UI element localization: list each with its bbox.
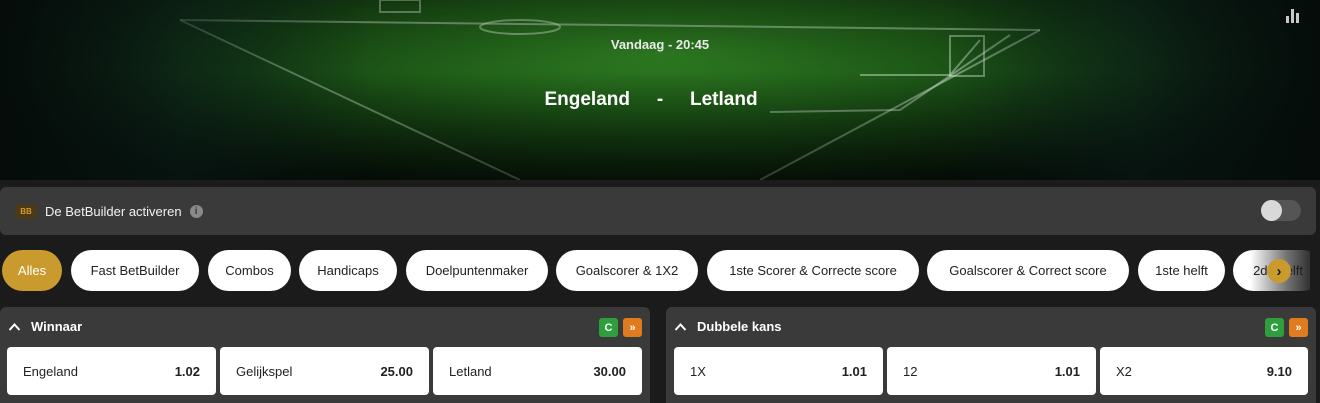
odds-button[interactable]: Engeland 1.02 xyxy=(7,347,216,395)
cashout-icon[interactable]: C xyxy=(599,318,618,337)
market-header[interactable]: Winnaar xyxy=(8,319,82,334)
outcome-label: 1X xyxy=(690,363,706,379)
info-icon[interactable]: i xyxy=(189,204,203,218)
match-time: Vandaag - 20:45 xyxy=(610,37,710,52)
filter-chip-1ste-helft[interactable]: 1ste helft xyxy=(1138,250,1225,291)
away-team: Letland xyxy=(690,89,758,110)
odds-button[interactable]: Gelijkspel 25.00 xyxy=(220,347,429,395)
outcome-label: Gelijkspel xyxy=(236,363,293,379)
market-dubbele-kans: Dubbele kans C » 1X 1.01 12 1.01 X2 9.10 xyxy=(666,307,1316,403)
chevron-up-icon xyxy=(8,322,21,331)
filter-scroll-right-button[interactable]: › xyxy=(1267,259,1291,283)
outcome-label: X2 xyxy=(1116,363,1132,379)
market-title: Dubbele kans xyxy=(697,319,782,334)
quick-bet-icon[interactable]: » xyxy=(623,318,642,337)
filter-chip-1ste-scorer-correcte-score[interactable]: 1ste Scorer & Correcte score xyxy=(707,250,919,291)
betbuilder-toggle[interactable] xyxy=(1261,200,1301,221)
toggle-knob xyxy=(1261,200,1282,221)
odds-button[interactable]: Letland 30.00 xyxy=(433,347,642,395)
quick-bet-icon[interactable]: » xyxy=(1289,318,1308,337)
outcome-label: 12 xyxy=(903,363,918,379)
outcome-odds: 9.10 xyxy=(1266,363,1292,379)
outcome-odds: 30.00 xyxy=(593,363,626,379)
market-header[interactable]: Dubbele kans xyxy=(674,319,782,334)
odds-button[interactable]: 12 1.01 xyxy=(887,347,1096,395)
outcome-label: Engeland xyxy=(23,363,78,379)
cashout-icon[interactable]: C xyxy=(1265,318,1284,337)
teams-separator: - xyxy=(656,89,664,110)
match-teams: Engeland - Letland xyxy=(0,89,1320,111)
outcome-odds: 1.01 xyxy=(841,363,867,379)
outcome-odds: 25.00 xyxy=(380,363,413,379)
filter-chip-combos[interactable]: Combos xyxy=(208,250,291,291)
odds-button[interactable]: 1X 1.01 xyxy=(674,347,883,395)
home-team: Engeland xyxy=(544,89,630,110)
betbuilder-badge-icon: BB xyxy=(15,203,37,219)
chevron-up-icon xyxy=(674,322,687,331)
filter-chip-goalscorer-correct-score[interactable]: Goalscorer & Correct score xyxy=(927,250,1129,291)
betbuilder-bar: BB De BetBuilder activeren i xyxy=(0,187,1316,235)
outcome-odds: 1.02 xyxy=(174,363,200,379)
market-title: Winnaar xyxy=(31,319,83,334)
match-hero: Vandaag - 20:45 Engeland - Letland xyxy=(0,0,1320,180)
betbuilder-label: De BetBuilder activeren xyxy=(45,203,182,219)
filter-chip-fast-betbuilder[interactable]: Fast BetBuilder xyxy=(71,250,199,291)
market-winnaar: Winnaar C » Engeland 1.02 Gelijkspel 25.… xyxy=(0,307,650,403)
outcome-odds: 1.01 xyxy=(1054,363,1080,379)
odds-button[interactable]: X2 9.10 xyxy=(1100,347,1308,395)
filter-chip-doelpuntenmaker[interactable]: Doelpuntenmaker xyxy=(406,250,548,291)
filter-chip-goalscorer-1x2[interactable]: Goalscorer & 1X2 xyxy=(556,250,698,291)
filter-chip-handicaps[interactable]: Handicaps xyxy=(299,250,397,291)
market-filter-bar: Alles Fast BetBuilder Combos Handicaps D… xyxy=(0,250,1310,292)
outcome-label: Letland xyxy=(449,363,492,379)
statistics-icon[interactable] xyxy=(1286,9,1300,23)
filter-chip-alles[interactable]: Alles xyxy=(2,250,62,291)
